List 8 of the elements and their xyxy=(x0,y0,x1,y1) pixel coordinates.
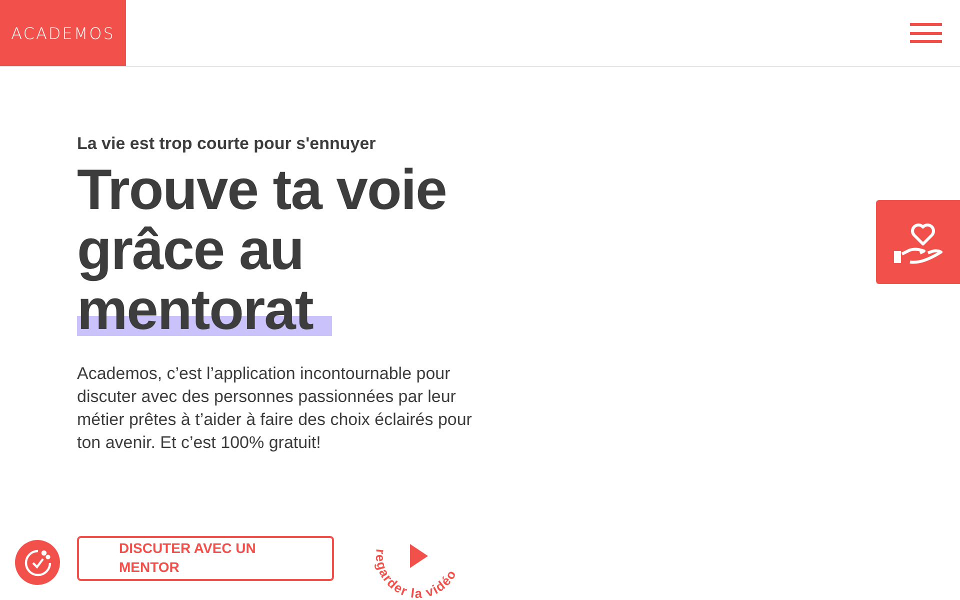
donate-button[interactable] xyxy=(876,200,960,284)
menu-icon[interactable] xyxy=(910,23,942,43)
chat-button[interactable]: DISCUTER AVEC UN MENTOR xyxy=(77,536,334,580)
tagline: La vie est trop courte pour s'ennuyer xyxy=(77,134,377,154)
cookie-settings-button[interactable] xyxy=(15,540,60,585)
description: Academos, c’est l’application incontournable pour discuter avec des personnes passionnées par leur métier prêtes à t’aider à faire des choix éclairés pour ton avenir. Et c’est 100% gratuit! xyxy=(77,363,473,454)
cookie-check-icon xyxy=(22,548,52,578)
logo[interactable]: ACADEMOS xyxy=(0,0,126,66)
